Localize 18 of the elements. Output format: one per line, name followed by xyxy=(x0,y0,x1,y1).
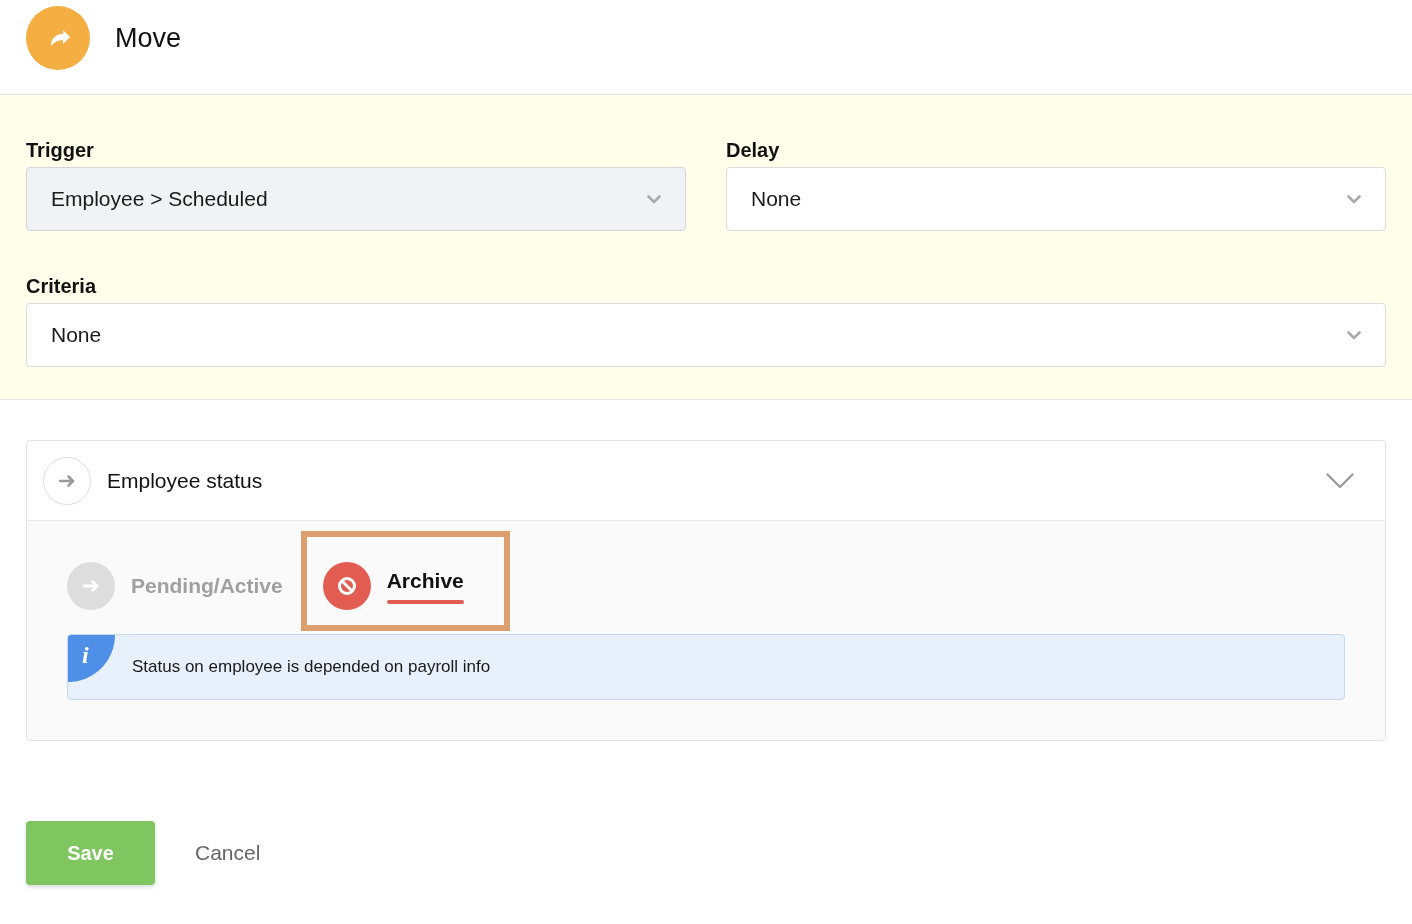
status-option[interactable]: Archive xyxy=(322,562,464,610)
field-label: Trigger xyxy=(26,138,94,162)
arrow-right-icon xyxy=(67,562,115,610)
prohibited-icon xyxy=(322,562,371,610)
cancel-button[interactable]: Cancel xyxy=(195,840,261,866)
chevron-down-icon xyxy=(1347,330,1361,340)
field-label: Delay xyxy=(726,138,780,162)
chevron-down-icon[interactable] xyxy=(1326,472,1354,489)
page-title: Move xyxy=(115,22,182,55)
arrow-right-icon xyxy=(43,456,91,505)
info-badge: i xyxy=(68,635,115,682)
select-field[interactable]: None xyxy=(726,167,1386,231)
section-title: Employee status xyxy=(107,467,263,494)
chevron-down-icon xyxy=(1347,194,1361,204)
info-text: Status on employee is depended on payroll info xyxy=(132,656,491,678)
select-field[interactable]: None xyxy=(26,303,1386,367)
field-label: Criteria xyxy=(26,274,97,298)
chevron-down-icon xyxy=(647,194,661,204)
